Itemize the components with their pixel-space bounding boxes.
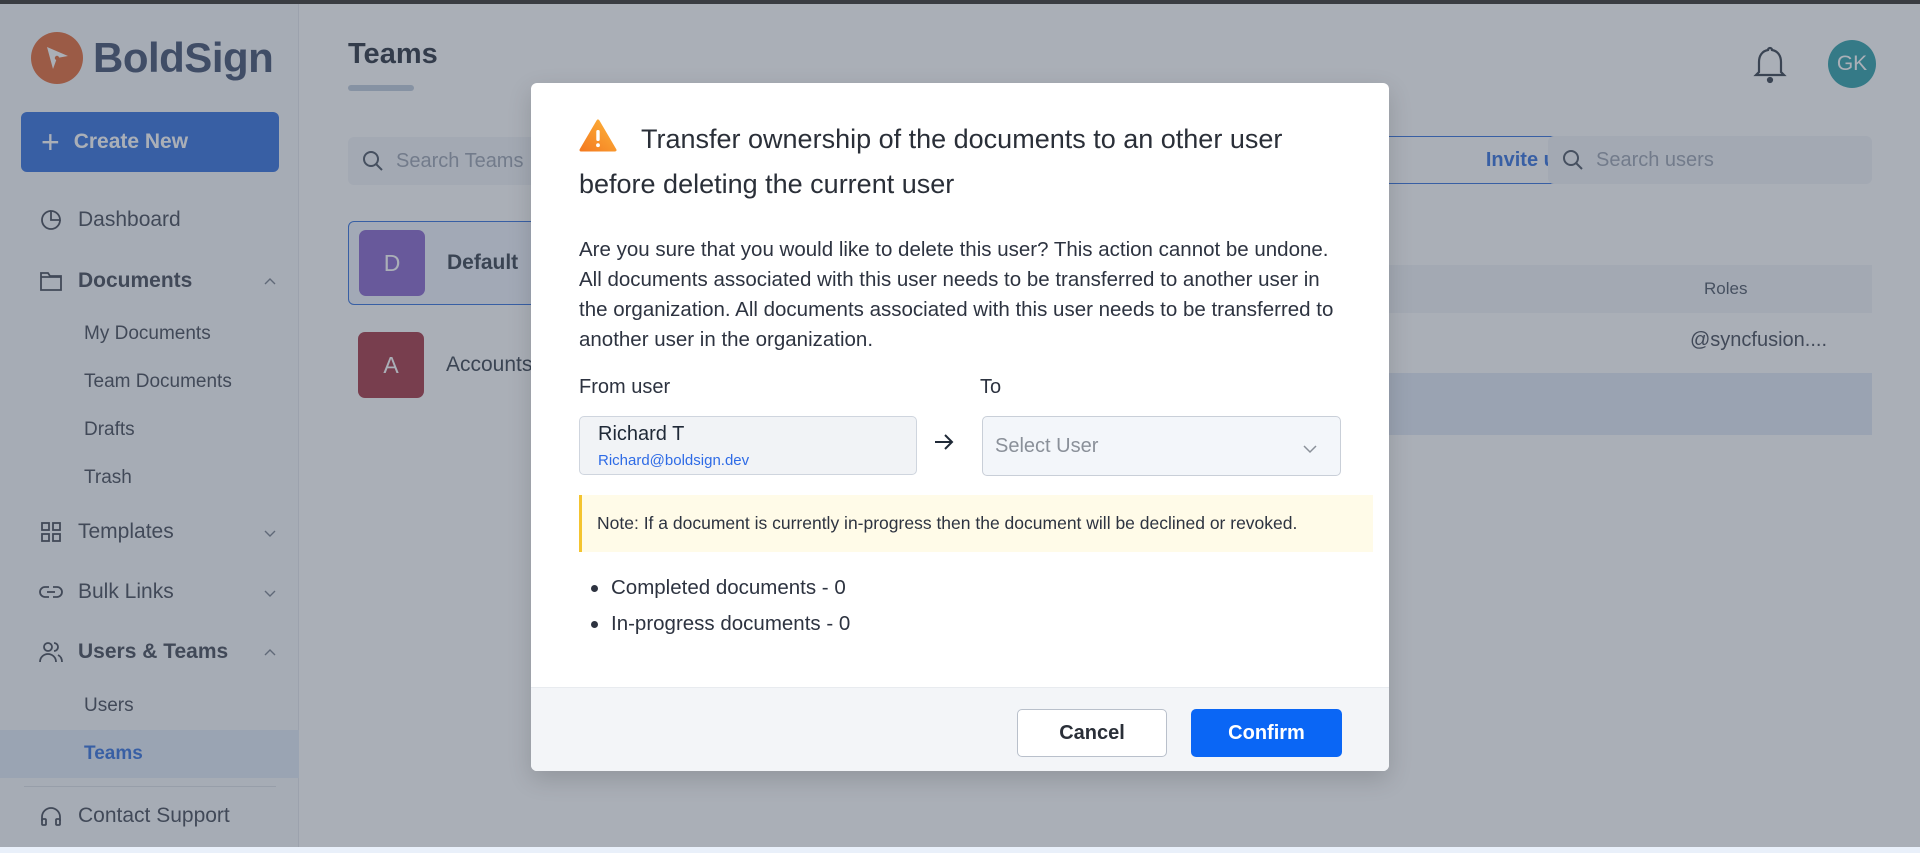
list-item: In-progress documents - 0: [591, 606, 850, 642]
note-banner: Note: If a document is currently in-prog…: [579, 495, 1373, 552]
confirm-button[interactable]: Confirm: [1191, 709, 1342, 757]
dialog-footer: Cancel Confirm: [531, 687, 1389, 771]
chevron-down-icon: [1302, 439, 1318, 462]
from-user-email: Richard@boldsign.dev: [598, 452, 750, 469]
arrow-right-icon: [933, 433, 955, 456]
bottom-strip: [0, 847, 1920, 853]
select-user-dropdown[interactable]: Select User: [982, 416, 1341, 476]
select-user-placeholder: Select User: [995, 434, 1099, 457]
warning-icon: [579, 119, 617, 164]
dialog-title: Transfer ownership of the documents to a…: [579, 119, 1359, 205]
cancel-button[interactable]: Cancel: [1017, 709, 1167, 757]
dialog-description: Are you sure that you would like to dele…: [579, 238, 1334, 351]
from-user-name: Richard T: [598, 423, 685, 445]
transfer-ownership-dialog: Transfer ownership of the documents to a…: [531, 83, 1389, 771]
to-user-label: To: [980, 376, 1002, 398]
document-stats-list: Completed documents - 0 In-progress docu…: [591, 570, 850, 642]
note-text: Note: If a document is currently in-prog…: [597, 513, 1298, 533]
from-user-field: Richard T Richard@boldsign.dev: [579, 416, 917, 475]
from-user-label: From user: [579, 376, 671, 398]
dialog-title-text: Transfer ownership of the documents to a…: [579, 124, 1283, 199]
list-item: Completed documents - 0: [591, 570, 850, 606]
